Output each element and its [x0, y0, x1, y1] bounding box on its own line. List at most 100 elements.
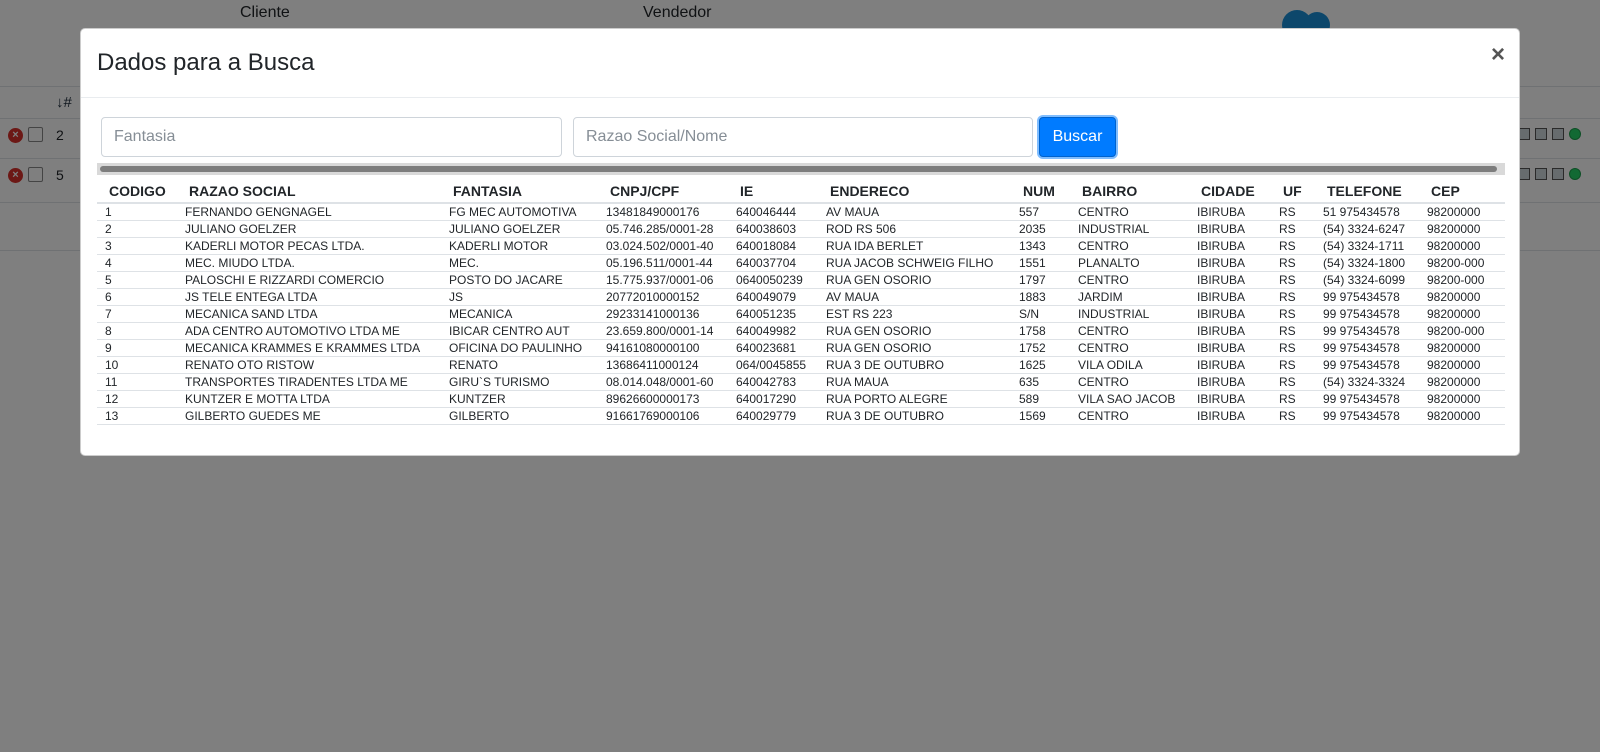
cell-num: 1551	[1011, 254, 1070, 272]
table-row[interactable]: 1 FERNANDO GENGNAGEL FG MEC AUTOMOTIVA 1348…	[97, 203, 1505, 221]
cell-cnpj-cpf: 29233141000136	[598, 305, 728, 323]
cell-cep: 98200000	[1419, 288, 1505, 306]
cell-razao-social: TRANSPORTES TIRADENTES LTDA ME	[177, 373, 441, 391]
cell-uf: RS	[1271, 220, 1315, 238]
column-header-bairro[interactable]: BAIRRO	[1070, 179, 1189, 204]
cell-bairro: VILA ODILA	[1070, 356, 1189, 374]
cell-razao-social: GILBERTO GUEDES ME	[177, 407, 441, 425]
cell-endereco: RUA 3 DE OUTUBRO	[818, 407, 1011, 425]
cell-telefone: 99 975434578	[1315, 339, 1419, 357]
cell-telefone: (54) 3324-1800	[1315, 254, 1419, 272]
column-header-cep[interactable]: CEP	[1419, 179, 1505, 204]
cell-ie: 064/0045855	[728, 356, 818, 374]
column-header-telefone[interactable]: TELEFONE	[1315, 179, 1419, 204]
cell-num: 1752	[1011, 339, 1070, 357]
cell-cep: 98200000	[1419, 390, 1505, 408]
table-row[interactable]: 3 KADERLI MOTOR PECAS LTDA. KADERLI MOTOR 0…	[97, 237, 1505, 255]
cell-uf: RS	[1271, 407, 1315, 425]
cell-fantasia: KADERLI MOTOR	[441, 237, 598, 255]
cell-codigo: 12	[97, 390, 177, 408]
cell-fantasia: IBICAR CENTRO AUT	[441, 322, 598, 340]
cell-cep: 98200-000	[1419, 322, 1505, 340]
table-row[interactable]: 4 MEC. MIUDO LTDA. MEC. 05.196.511/0001-44 6…	[97, 254, 1505, 272]
cell-fantasia: JULIANO GOELZER	[441, 220, 598, 238]
cell-cep: 98200000	[1419, 305, 1505, 323]
column-header-razao-social[interactable]: RAZAO SOCIAL	[177, 179, 441, 204]
cell-num: 1758	[1011, 322, 1070, 340]
cell-fantasia: MECANICA	[441, 305, 598, 323]
column-header-uf[interactable]: UF	[1271, 179, 1315, 204]
cell-cidade: IBIRUBA	[1189, 373, 1271, 391]
column-header-num[interactable]: NUM	[1011, 179, 1070, 204]
table-row[interactable]: 5 PALOSCHI E RIZZARDI COMERCIO POSTO DO JA…	[97, 271, 1505, 289]
cell-uf: RS	[1271, 390, 1315, 408]
cell-telefone: 99 975434578	[1315, 407, 1419, 425]
cell-codigo: 7	[97, 305, 177, 323]
cell-codigo: 11	[97, 373, 177, 391]
cell-ie: 640049079	[728, 288, 818, 306]
cell-fantasia: GIRU`S TURISMO	[441, 373, 598, 391]
column-header-endereco[interactable]: ENDERECO	[818, 179, 1011, 204]
modal-title: Dados para a Busca	[97, 49, 315, 76]
horizontal-scrollbar[interactable]	[97, 163, 1505, 175]
table-row[interactable]: 6 JS TELE ENTEGA LTDA JS 20772010000152 6400…	[97, 288, 1505, 306]
cell-endereco: RUA JACOB SCHWEIG FILHO	[818, 254, 1011, 272]
cell-fantasia: POSTO DO JACARE	[441, 271, 598, 289]
buscar-button[interactable]: Buscar	[1039, 117, 1116, 157]
cell-uf: RS	[1271, 254, 1315, 272]
results-table: CODIGO RAZAO SOCIAL FANTASIA CNPJ/CPF IE ENDE…	[97, 179, 1505, 425]
cell-bairro: VILA SAO JACOB	[1070, 390, 1189, 408]
fantasia-input[interactable]	[101, 117, 562, 157]
cell-num: 589	[1011, 390, 1070, 408]
cell-endereco: AV MAUA	[818, 203, 1011, 221]
cell-codigo: 1	[97, 203, 177, 221]
table-row[interactable]: 7 MECANICA SAND LTDA MECANICA 2923314100013…	[97, 305, 1505, 323]
cell-cnpj-cpf: 23.659.800/0001-14	[598, 322, 728, 340]
table-row[interactable]: 12 KUNTZER E MOTTA LTDA KUNTZER 89626600000…	[97, 390, 1505, 408]
cell-codigo: 10	[97, 356, 177, 374]
cell-num: S/N	[1011, 305, 1070, 323]
cell-cidade: IBIRUBA	[1189, 220, 1271, 238]
table-row[interactable]: 9 MECANICA KRAMMES E KRAMMES LTDA OFICINA …	[97, 339, 1505, 357]
close-button[interactable]: ×	[1491, 43, 1505, 67]
cell-cnpj-cpf: 89626600000173	[598, 390, 728, 408]
column-header-fantasia[interactable]: FANTASIA	[441, 179, 598, 204]
table-header-row: CODIGO RAZAO SOCIAL FANTASIA CNPJ/CPF IE ENDE…	[97, 179, 1505, 204]
column-header-cnpj-cpf[interactable]: CNPJ/CPF	[598, 179, 728, 204]
cell-cnpj-cpf: 05.196.511/0001-44	[598, 254, 728, 272]
scrollbar-thumb[interactable]	[100, 166, 1497, 172]
cell-bairro: CENTRO	[1070, 339, 1189, 357]
cell-num: 1797	[1011, 271, 1070, 289]
table-row[interactable]: 10 RENATO OTO RISTOW RENATO 13686411000124 0…	[97, 356, 1505, 374]
cell-num: 1883	[1011, 288, 1070, 306]
cell-num: 1569	[1011, 407, 1070, 425]
cell-uf: RS	[1271, 373, 1315, 391]
razao-social-input[interactable]	[573, 117, 1033, 157]
table-row[interactable]: 8 ADA CENTRO AUTOMOTIVO LTDA ME IBICAR CEN…	[97, 322, 1505, 340]
column-header-codigo[interactable]: CODIGO	[97, 179, 177, 204]
cell-cnpj-cpf: 15.775.937/0001-06	[598, 271, 728, 289]
table-row[interactable]: 2 JULIANO GOELZER JULIANO GOELZER 05.746.28…	[97, 220, 1505, 238]
cell-fantasia: OFICINA DO PAULINHO	[441, 339, 598, 357]
table-row[interactable]: 11 TRANSPORTES TIRADENTES LTDA ME GIRU`S T…	[97, 373, 1505, 391]
cell-ie: 640051235	[728, 305, 818, 323]
cell-bairro: INDUSTRIAL	[1070, 305, 1189, 323]
column-header-ie[interactable]: IE	[728, 179, 818, 204]
cell-cep: 98200000	[1419, 237, 1505, 255]
cell-bairro: CENTRO	[1070, 407, 1189, 425]
cell-uf: RS	[1271, 271, 1315, 289]
column-header-cidade[interactable]: CIDADE	[1189, 179, 1271, 204]
cell-ie: 640042783	[728, 373, 818, 391]
cell-razao-social: ADA CENTRO AUTOMOTIVO LTDA ME	[177, 322, 441, 340]
cell-razao-social: RENATO OTO RISTOW	[177, 356, 441, 374]
cell-cep: 98200000	[1419, 203, 1505, 221]
cell-cep: 98200000	[1419, 220, 1505, 238]
table-row[interactable]: 13 GILBERTO GUEDES ME GILBERTO 916617690001…	[97, 407, 1505, 425]
cell-cidade: IBIRUBA	[1189, 288, 1271, 306]
cell-cnpj-cpf: 08.014.048/0001-60	[598, 373, 728, 391]
cell-cidade: IBIRUBA	[1189, 390, 1271, 408]
cell-endereco: EST RS 223	[818, 305, 1011, 323]
cell-razao-social: MEC. MIUDO LTDA.	[177, 254, 441, 272]
cell-telefone: 99 975434578	[1315, 356, 1419, 374]
cell-telefone: 51 975434578	[1315, 203, 1419, 221]
